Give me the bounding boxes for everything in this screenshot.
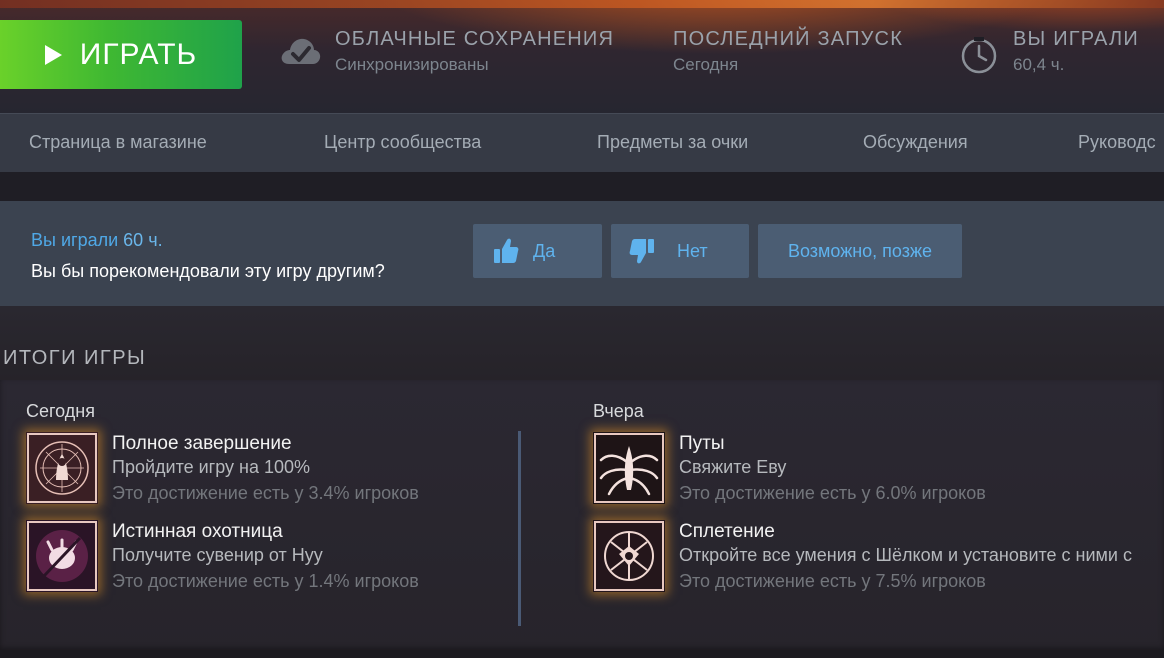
- achievement-title: Путы: [679, 433, 725, 454]
- true-huntress-icon: [26, 520, 98, 592]
- recommend-yes-button[interactable]: Да: [473, 224, 602, 278]
- achievement-rarity: Это достижение есть у 3.4% игроков: [112, 483, 419, 503]
- nav-guides[interactable]: Руководс: [1078, 132, 1156, 153]
- achievement-rarity: Это достижение есть у 7.5% игроков: [679, 571, 986, 591]
- recommend-panel: Вы играли 60 ч. Вы бы порекомендовали эт…: [0, 201, 1164, 306]
- achievement-description: Свяжите Еву: [679, 457, 787, 477]
- cloud-check-icon: [281, 38, 321, 64]
- cloud-saves-title: ОБЛАЧНЫЕ СОХРАНЕНИЯ: [335, 28, 615, 50]
- achievement-description: Получите сувенир от Нуу: [112, 545, 323, 565]
- playtime-title: ВЫ ИГРАЛИ: [1013, 28, 1139, 50]
- nav-store-page[interactable]: Страница в магазине: [29, 132, 207, 153]
- achievement-rarity: Это достижение есть у 1.4% игроков: [112, 571, 419, 591]
- play-label: ИГРАТЬ: [79, 37, 198, 71]
- recommend-later-label: Возможно, позже: [787, 240, 933, 261]
- achievement-title: Сплетение: [679, 521, 775, 542]
- game-summary-body: [0, 380, 1164, 650]
- recommend-playtime: Вы играли 60 ч.: [31, 230, 163, 251]
- playtime-value: 60,4 ч.: [1013, 55, 1065, 74]
- play-icon: [44, 44, 62, 65]
- weave-icon: [593, 520, 665, 592]
- recommend-question: Вы бы порекомендовали эту игру другим?: [31, 261, 385, 281]
- summary-column-divider: [518, 431, 521, 626]
- summary-yesterday-label: Вчера: [593, 401, 644, 421]
- thumbs-down-icon: [629, 239, 654, 264]
- recommend-no-label: Нет: [677, 240, 708, 261]
- last-launch-title: ПОСЛЕДНИЙ ЗАПУСК: [673, 28, 904, 50]
- recommend-played-prefix: Вы играли: [31, 230, 119, 250]
- nav-community-hub[interactable]: Центр сообщества: [324, 132, 481, 153]
- play-button[interactable]: ИГРАТЬ: [0, 20, 242, 89]
- bonds-icon: [593, 432, 665, 504]
- achievement-description: Пройдите игру на 100%: [112, 457, 311, 477]
- achievement-rarity: Это достижение есть у 6.0% игроков: [679, 483, 986, 503]
- last-launch-stat: ПОСЛЕДНИЙ ЗАПУСК Сегодня: [673, 28, 903, 75]
- playtime-stat: ВЫ ИГРАЛИ 60,4 ч.: [1013, 28, 1139, 75]
- thumbs-up-icon: [494, 238, 519, 263]
- full-completion-icon: [26, 432, 98, 504]
- achievement-description: Откройте все умения с Шёлком и установит…: [679, 545, 1132, 565]
- recommend-yes-label: Да: [533, 240, 556, 261]
- achievement-title: Полное завершение: [112, 433, 292, 454]
- clock-icon: [961, 37, 997, 74]
- recommend-played-hours: 60 ч.: [123, 230, 163, 250]
- game-nav-bar: Страница в магазине Центр сообщества Пре…: [0, 113, 1164, 172]
- cloud-saves-status: Синхронизированы: [335, 55, 489, 74]
- last-launch-value: Сегодня: [673, 55, 739, 74]
- summary-today-label: Сегодня: [26, 401, 95, 421]
- recommend-later-button[interactable]: Возможно, позже: [758, 224, 962, 278]
- nav-points-shop[interactable]: Предметы за очки: [597, 132, 748, 153]
- cloud-saves-stat: ОБЛАЧНЫЕ СОХРАНЕНИЯ Синхронизированы: [335, 28, 614, 75]
- nav-discussions[interactable]: Обсуждения: [863, 132, 968, 153]
- header-art-strip: [0, 0, 1164, 8]
- recommend-no-button[interactable]: Нет: [611, 224, 749, 278]
- bottom-edge: [0, 650, 1164, 658]
- game-summary-header: ИТОГИ ИГРЫ: [0, 306, 1164, 380]
- achievement-title: Истинная охотница: [112, 521, 283, 542]
- summary-title: ИТОГИ ИГРЫ: [3, 347, 147, 369]
